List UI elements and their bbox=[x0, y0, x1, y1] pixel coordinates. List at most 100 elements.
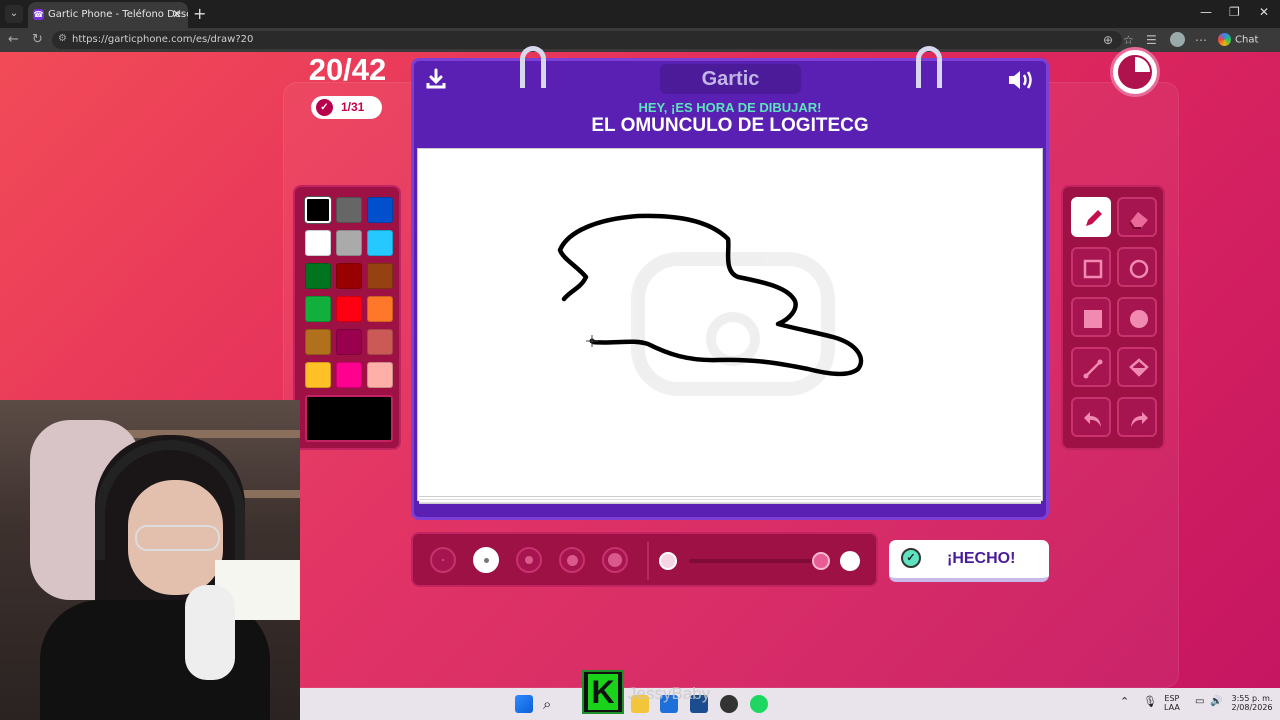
gartic-logo: Gartic bbox=[660, 64, 801, 94]
tool-square-outline-button[interactable] bbox=[1071, 247, 1111, 287]
language-layout: LAA bbox=[1164, 703, 1180, 712]
pencil-icon bbox=[1086, 210, 1102, 226]
eraser-icon bbox=[1129, 212, 1148, 229]
drawing-canvas[interactable] bbox=[417, 148, 1043, 501]
site-info-icon[interactable]: ⚙ bbox=[58, 33, 67, 44]
streamer-logo: K bbox=[582, 670, 624, 714]
new-tab-icon[interactable]: + bbox=[193, 4, 206, 23]
tool-fill-bucket-button[interactable] bbox=[1117, 347, 1157, 387]
brush-size-dot bbox=[608, 553, 622, 567]
streamer-logo-letter: K bbox=[588, 674, 618, 710]
notebook-pages bbox=[419, 496, 1041, 504]
clock-date: 2/08/2026 bbox=[1231, 703, 1273, 712]
windows-taskbar: ⌕ ⌃ 🎙 ESP LAA ▭ 🔊 3:55 p. m. 2/08/2026 bbox=[300, 688, 1280, 720]
network-icon[interactable]: ▭ bbox=[1195, 696, 1204, 707]
color-palette bbox=[293, 185, 401, 450]
brush-size-button[interactable] bbox=[559, 547, 585, 573]
sound-icon[interactable] bbox=[1007, 68, 1035, 92]
clock[interactable]: 3:55 p. m. 2/08/2026 bbox=[1230, 694, 1274, 712]
notebook-ring-right bbox=[916, 46, 942, 88]
line-icon bbox=[1083, 359, 1103, 379]
score-text: 1/31 bbox=[341, 100, 365, 114]
color-swatch[interactable] bbox=[336, 197, 362, 223]
color-swatch[interactable] bbox=[367, 230, 393, 256]
circle-filled-icon bbox=[1130, 310, 1148, 328]
tool-undo-button[interactable] bbox=[1071, 397, 1111, 437]
check-icon: ✓ bbox=[316, 99, 333, 116]
url-text: https://garticphone.com/es/draw?20 bbox=[72, 34, 254, 45]
done-button[interactable]: ✓ ¡HECHO! bbox=[889, 540, 1049, 582]
profile-avatar-icon[interactable] bbox=[1170, 32, 1185, 47]
brush-size-dot bbox=[566, 554, 578, 566]
tool-line-button[interactable] bbox=[1071, 347, 1111, 387]
color-swatch[interactable] bbox=[305, 329, 331, 355]
microphone-tray-icon[interactable]: 🎙 bbox=[1143, 695, 1157, 708]
collections-icon[interactable]: ☰ bbox=[1146, 33, 1157, 47]
done-check-icon: ✓ bbox=[901, 548, 921, 568]
color-swatch[interactable] bbox=[367, 296, 393, 322]
color-swatch[interactable] bbox=[305, 230, 331, 256]
color-swatch[interactable] bbox=[367, 362, 393, 388]
color-swatch[interactable] bbox=[336, 263, 362, 289]
download-icon[interactable] bbox=[425, 68, 447, 90]
app-icon[interactable] bbox=[720, 695, 738, 713]
opacity-slider-knob[interactable] bbox=[812, 552, 830, 570]
color-swatch[interactable] bbox=[336, 296, 362, 322]
tool-eraser-button[interactable] bbox=[1117, 197, 1157, 237]
cursor-crosshair-icon bbox=[586, 335, 598, 347]
color-swatch[interactable] bbox=[305, 263, 331, 289]
spotify-icon[interactable] bbox=[750, 695, 768, 713]
tool-panel bbox=[1061, 185, 1165, 450]
tool-circle-filled-button[interactable] bbox=[1117, 297, 1157, 337]
color-swatch[interactable] bbox=[305, 197, 331, 223]
zoom-icon[interactable]: ⊕ bbox=[1103, 33, 1113, 47]
tab-list-button[interactable]: ⌄ bbox=[5, 5, 23, 23]
gartic-favicon-icon: ☎ bbox=[33, 9, 44, 20]
restore-icon[interactable]: ❐ bbox=[1229, 5, 1240, 19]
chat-label: Chat bbox=[1235, 34, 1259, 46]
tool-pencil-button[interactable] bbox=[1071, 197, 1111, 237]
tab-close-icon[interactable]: ✕ bbox=[172, 7, 182, 21]
opacity-high-icon bbox=[840, 551, 860, 571]
tool-redo-button[interactable] bbox=[1117, 397, 1157, 437]
window-close-icon[interactable]: ✕ bbox=[1259, 5, 1269, 19]
favorite-star-icon[interactable]: ☆ bbox=[1123, 33, 1134, 47]
brush-size-dot bbox=[442, 559, 444, 561]
brush-size-dot bbox=[483, 557, 489, 563]
minimize-icon[interactable]: — bbox=[1200, 5, 1212, 19]
brush-size-button[interactable] bbox=[602, 547, 628, 573]
back-icon[interactable]: ← bbox=[8, 32, 19, 47]
opacity-slider-track[interactable] bbox=[689, 559, 819, 563]
round-counter: 20/42 bbox=[308, 52, 387, 87]
circle-outline-icon bbox=[1129, 259, 1149, 279]
volume-icon[interactable]: 🔊 bbox=[1210, 696, 1222, 707]
copilot-chat-button[interactable]: Chat bbox=[1218, 33, 1258, 46]
browser-tab-active[interactable]: ☎ Gartic Phone - Teléfono Descomp ✕ bbox=[28, 2, 188, 28]
url-field[interactable]: ⚙ https://garticphone.com/es/draw?20 bbox=[52, 31, 1122, 49]
fill-bucket-icon bbox=[1129, 358, 1149, 377]
color-swatch[interactable] bbox=[367, 329, 393, 355]
clock-time: 3:55 p. m. bbox=[1231, 694, 1273, 703]
more-menu-icon[interactable]: ⋯ bbox=[1195, 33, 1207, 47]
canvas-drawing bbox=[557, 213, 864, 396]
color-swatch[interactable] bbox=[305, 296, 331, 322]
brush-size-button[interactable] bbox=[516, 547, 542, 573]
windows-start-icon[interactable] bbox=[515, 695, 533, 713]
tray-chevron-icon[interactable]: ⌃ bbox=[1120, 695, 1129, 708]
brush-size-button[interactable] bbox=[430, 547, 456, 573]
search-icon[interactable]: ⌕ bbox=[543, 695, 561, 713]
reload-icon[interactable]: ↻ bbox=[32, 32, 43, 47]
tool-circle-outline-button[interactable] bbox=[1117, 247, 1157, 287]
timer-clock-icon bbox=[1118, 55, 1152, 89]
color-swatch[interactable] bbox=[336, 362, 362, 388]
color-swatch[interactable] bbox=[336, 329, 362, 355]
browser-tab-bar: ⌄ ☎ Gartic Phone - Teléfono Descomp ✕ + … bbox=[0, 0, 1280, 28]
language-indicator[interactable]: ESP LAA bbox=[1164, 694, 1180, 712]
color-swatch[interactable] bbox=[305, 362, 331, 388]
tool-square-filled-button[interactable] bbox=[1071, 297, 1111, 337]
square-filled-icon bbox=[1084, 310, 1102, 328]
color-swatch[interactable] bbox=[336, 230, 362, 256]
brush-size-button[interactable] bbox=[473, 547, 499, 573]
color-swatch[interactable] bbox=[367, 197, 393, 223]
color-swatch[interactable] bbox=[367, 263, 393, 289]
